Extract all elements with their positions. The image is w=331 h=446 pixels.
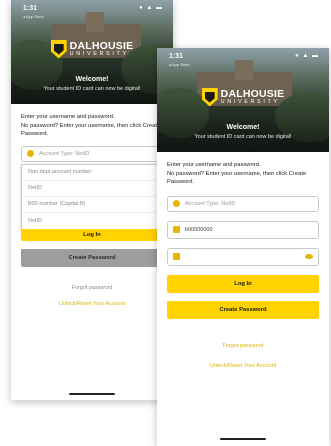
dropdown-option[interactable]: B00 number (Capital B)	[22, 197, 162, 213]
home-indicator	[69, 393, 115, 395]
back-to-app-link[interactable]: ◂ App Store	[169, 62, 190, 67]
account-icon	[27, 150, 34, 158]
show-password-icon[interactable]	[305, 254, 313, 260]
logo-line-2: UNIVERSITY	[69, 51, 129, 57]
account-type-select[interactable]: Account Type: NetID	[21, 145, 163, 162]
dropdown-option[interactable]: Non dept account number	[22, 165, 162, 181]
instruction-text: Enter your username and password.	[21, 114, 115, 120]
welcome-tagline: Your student ID card can now be digital!	[43, 86, 141, 92]
logo-line-1: DALHOUSIE	[69, 39, 134, 52]
forgot-password-link[interactable]: Forgot password	[21, 285, 163, 291]
dropdown-option[interactable]: NetID	[22, 181, 162, 197]
username-value: b00000000	[185, 226, 213, 233]
lock-icon	[173, 253, 180, 261]
logo-line-1: DALHOUSIE	[220, 87, 285, 100]
front-phone-screen: 1:31 ● ▲ ▬ ◂ App Store DALHOUSIE UNIVERS…	[157, 48, 329, 446]
account-icon	[173, 200, 180, 208]
unlock-account-link[interactable]: Unlock/Reset Your Account	[167, 363, 319, 369]
instruction-help-text: No password? Enter your username, then c…	[167, 171, 307, 185]
dalhousie-logo: DALHOUSIE UNIVERSITY	[11, 38, 173, 60]
campus-hero-image: 1:31 ● ▲ ▬ ◂ App Store DALHOUSIE UNIVERS…	[11, 0, 173, 104]
account-type-dropdown: Non dept account number NetID B00 number…	[21, 163, 163, 230]
dalhousie-logo: DALHOUSIE UNIVERSITY	[157, 86, 329, 108]
create-password-button[interactable]: Create Password	[167, 300, 319, 319]
create-password-button[interactable]: Create Password	[21, 248, 163, 267]
status-icons: ● ▲ ▬	[295, 53, 319, 59]
instruction-help-text: No password? Enter your username, then c…	[21, 123, 161, 137]
home-indicator	[220, 438, 266, 440]
welcome-heading: Welcome!	[75, 76, 109, 83]
unlock-account-link[interactable]: Unlock/Reset Your Account	[21, 301, 163, 307]
shield-icon	[201, 87, 218, 107]
login-button[interactable]: Log In	[167, 274, 319, 293]
login-button[interactable]: Log In	[21, 228, 163, 241]
welcome-tagline: Your student ID card can now be digital!	[194, 134, 292, 140]
back-phone-screen: 1:31 ● ▲ ▬ ◂ App Store DALHOUSIE UNIVERS…	[11, 0, 173, 400]
campus-hero-image: 1:31 ● ▲ ▬ ◂ App Store DALHOUSIE UNIVERS…	[157, 48, 329, 152]
account-type-select[interactable]: Account Type: NetID	[167, 195, 319, 212]
account-type-placeholder: Account Type: NetID	[39, 150, 90, 157]
logo-line-2: UNIVERSITY	[220, 99, 280, 105]
id-card-icon	[173, 226, 180, 234]
dropdown-option[interactable]: NetID	[22, 213, 162, 229]
status-time: 1:31	[169, 53, 184, 60]
status-icons: ● ▲ ▬	[139, 5, 163, 11]
back-to-app-link[interactable]: ◂ App Store	[23, 14, 44, 19]
password-input[interactable]	[167, 247, 319, 266]
shield-icon	[50, 39, 67, 59]
welcome-heading: Welcome!	[226, 124, 260, 131]
forgot-password-link[interactable]: Forgot password	[167, 343, 319, 349]
account-type-placeholder: Account Type: NetID	[185, 200, 236, 207]
app-screenshot-composite: 1:31 ● ▲ ▬ ◂ App Store DALHOUSIE UNIVERS…	[0, 0, 331, 446]
status-time: 1:31	[23, 5, 38, 12]
instruction-text: Enter your username and password.	[167, 162, 261, 168]
username-input[interactable]: b00000000	[167, 220, 319, 239]
